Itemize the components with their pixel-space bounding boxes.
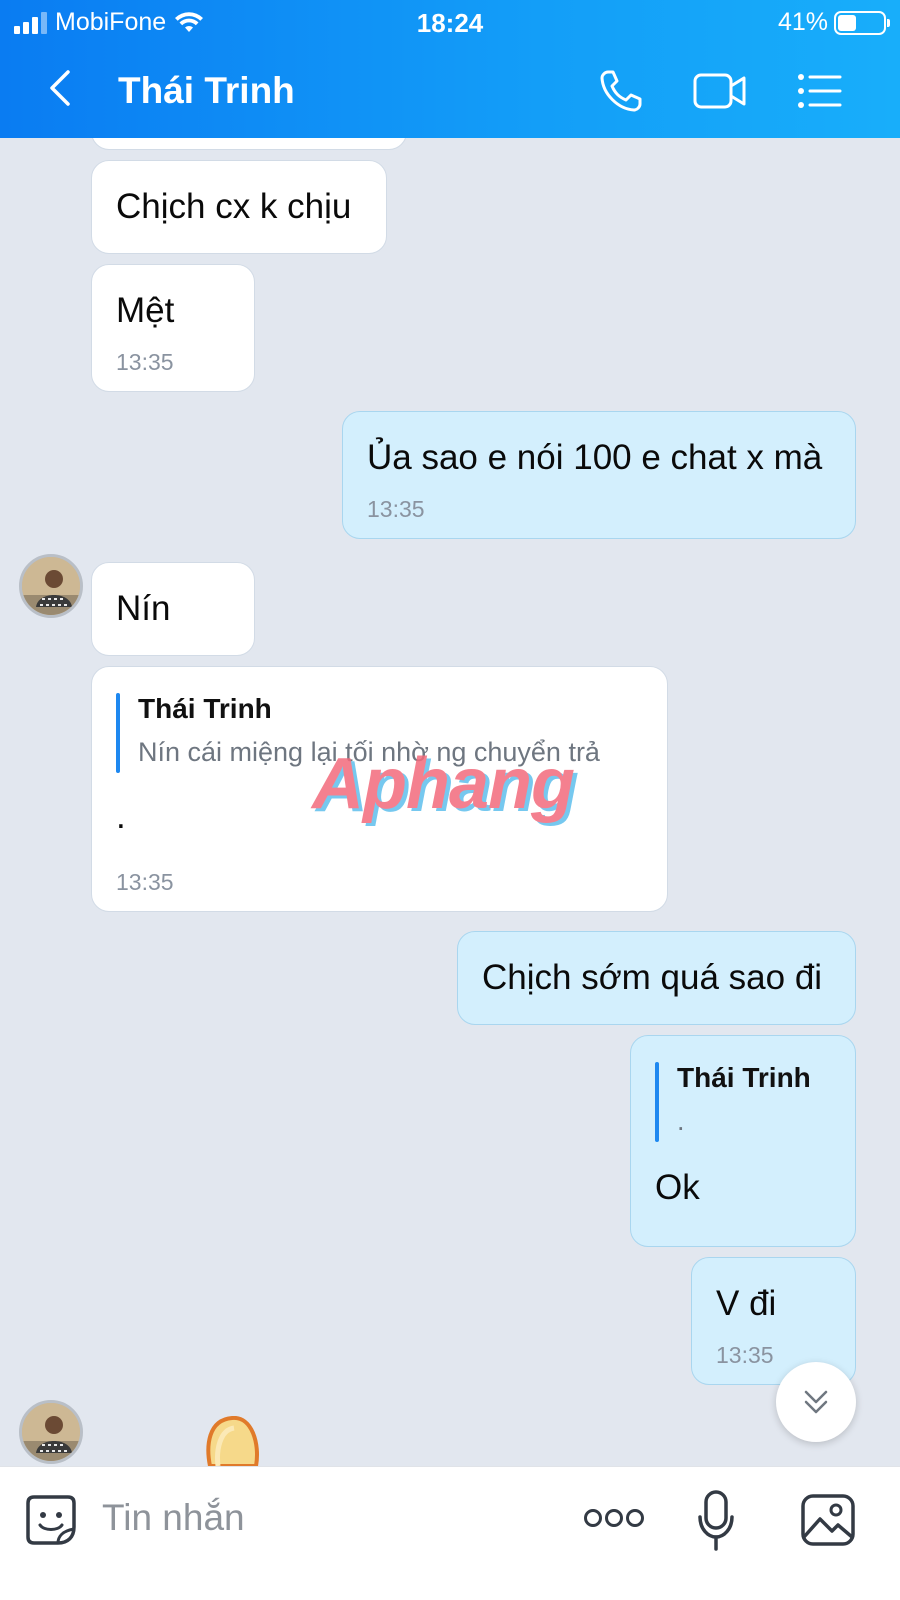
quote-author: Thái Trinh: [138, 693, 272, 724]
message-bubble-in[interactable]: Nín: [91, 562, 255, 656]
message-text: Chịch sớm quá sao đi: [482, 958, 823, 997]
clock: 18:24: [416, 8, 484, 38]
message-bubble-in[interactable]: Chịch cx k chịu: [91, 160, 387, 254]
message-bubble-partial[interactable]: [91, 138, 407, 150]
avatar[interactable]: [19, 554, 83, 618]
chevron-left-icon[interactable]: [40, 66, 84, 110]
message-time: 13:35: [367, 496, 425, 522]
scroll-down-button[interactable]: [776, 1362, 856, 1442]
battery-icon: [834, 10, 890, 35]
message-text: Ủa sao e nói 100 e chat x mà: [367, 438, 823, 477]
message-text: Ok: [655, 1168, 700, 1207]
message-input-bar: Tin nhắn: [0, 1466, 900, 1600]
sticker-partial[interactable]: [204, 1416, 264, 1466]
message-time: 13:35: [116, 869, 174, 895]
avatar[interactable]: [19, 1400, 83, 1464]
reply-bubble-out[interactable]: Thái Trinh . Ok: [630, 1035, 856, 1247]
phone-icon[interactable]: [596, 66, 646, 116]
list-menu-icon[interactable]: [795, 66, 845, 116]
watermark: Aphang: [312, 744, 575, 824]
quote-bar: [655, 1062, 659, 1142]
status-bar: MobiFone 18:24 41%: [0, 0, 900, 44]
message-text: Nín: [116, 589, 171, 628]
message-text: Chịch cx k chịu: [116, 187, 352, 226]
quote-bar: [116, 693, 120, 773]
message-bubble-out[interactable]: Ủa sao e nói 100 e chat x mà 13:35: [342, 411, 856, 539]
video-camera-icon[interactable]: [692, 66, 748, 116]
message-list[interactable]: Chịch cx k chịu Mệt 13:35 Ủa sao e nói 1…: [0, 138, 900, 1500]
quote-text: .: [677, 1106, 685, 1136]
message-bubble-out[interactable]: Chịch sớm quá sao đi: [457, 931, 856, 1025]
microphone-icon[interactable]: [696, 1489, 736, 1553]
message-bubble-in[interactable]: Mệt 13:35: [91, 264, 255, 392]
message-time: 13:35: [116, 349, 174, 375]
message-input[interactable]: Tin nhắn: [102, 1497, 245, 1539]
chat-header: MobiFone 18:24 41% Thái Trinh: [0, 0, 900, 138]
status-right: 41%: [777, 8, 890, 37]
avatar-image: [22, 1403, 80, 1461]
message-time: 13:35: [716, 1342, 774, 1368]
sticker-icon[interactable]: [24, 1493, 78, 1547]
nav-bar: Thái Trinh: [0, 44, 900, 138]
battery-percent: 41%: [777, 8, 828, 36]
double-chevron-down-icon: [804, 1390, 828, 1414]
more-dots-icon[interactable]: [583, 1503, 645, 1533]
message-text: .: [116, 797, 126, 836]
message-text: V đi: [716, 1284, 777, 1323]
contact-name[interactable]: Thái Trinh: [118, 70, 295, 112]
avatar-image: [22, 557, 80, 615]
quote-author: Thái Trinh: [677, 1062, 811, 1093]
image-icon[interactable]: [800, 1493, 856, 1547]
message-text: Mệt: [116, 291, 175, 330]
